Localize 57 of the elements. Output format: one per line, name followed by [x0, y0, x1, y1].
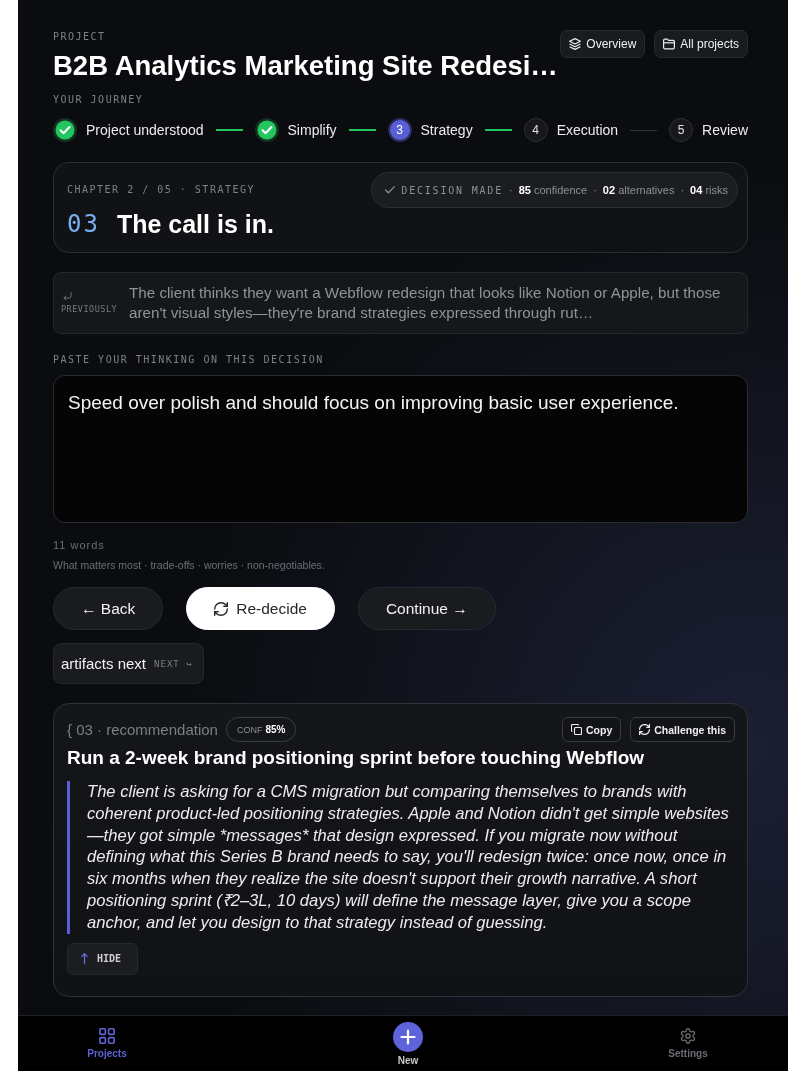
journey-label: YOUR JOURNEY: [53, 93, 145, 107]
copy-button[interactable]: Copy: [562, 717, 622, 742]
overview-button[interactable]: Overview: [560, 30, 646, 58]
step-label: Simplify: [287, 122, 337, 138]
next-step-chip[interactable]: artifacts next NEXT ↪: [53, 643, 204, 684]
step-label: Project understood: [86, 122, 204, 138]
chapter-number: 03: [67, 210, 100, 238]
re-decide-button[interactable]: Re-decide: [186, 587, 335, 630]
separator-dot: ·: [593, 184, 597, 196]
chapter-eyebrow: CHAPTER 2 / 05 · STRATEGY: [67, 183, 255, 197]
settings-icon: [680, 1028, 696, 1044]
new-button[interactable]: New: [378, 1016, 438, 1067]
decision-stat: 85 confidence: [518, 184, 588, 196]
project-title: B2B Analytics Marketing Site Redesi…: [53, 49, 558, 83]
projects-tab[interactable]: Projects: [77, 1016, 137, 1060]
back-button[interactable]: ← Back: [53, 587, 164, 630]
previously-label: PREVIOUSLY: [61, 304, 118, 314]
arrow-up-icon: [81, 952, 88, 966]
separator-dot: ·: [680, 184, 685, 196]
check-icon: [385, 185, 396, 195]
previous-summary-text: The client thinks they want a Webflow redesign that looks like Notion or Apple, but those aren't visual styles—they're brand strategies expressed through rut…: [129, 283, 722, 323]
step-connector: [348, 129, 376, 131]
step-number: 3: [387, 118, 412, 142]
all-projects-button[interactable]: All projects: [654, 30, 748, 58]
continue-button[interactable]: Continue →: [357, 587, 496, 630]
chapter-heading: The call is in.: [116, 209, 274, 239]
settings-tab[interactable]: Settings: [658, 1016, 718, 1060]
folder-icon: [663, 38, 676, 50]
step-connector: [215, 129, 243, 131]
copy-icon: [571, 724, 582, 735]
step-label: Strategy: [420, 122, 473, 138]
thinking-input-field[interactable]: Speed over polish and should focus on improving basic user experience.: [53, 375, 748, 523]
step-label: Review: [702, 122, 748, 138]
challenge-button[interactable]: Challenge this: [630, 717, 735, 742]
plus-icon: [393, 1022, 423, 1052]
decision-stat: 04 risks: [690, 184, 728, 196]
recommendation-title: Run a 2-week brand positioning sprint before touching Webflow: [67, 746, 646, 770]
step-number: 4: [523, 118, 548, 142]
step-connector: [484, 129, 512, 131]
decision-stat: 02 alternatives: [602, 184, 675, 196]
refresh-icon: [214, 601, 229, 616]
word-count: 11 words: [53, 538, 106, 552]
thinking-label: PASTE YOUR THINKING ON THIS DECISION: [53, 353, 325, 367]
separator-dot: ·: [509, 184, 513, 196]
step-label: Execution: [556, 122, 619, 138]
step-connector: [630, 129, 658, 131]
layers-icon: [569, 38, 582, 50]
project-eyebrow: PROJECT: [53, 30, 107, 44]
recommendation-eyebrow: { 03 · recommendation: [67, 721, 218, 738]
thinking-hint: What matters most · trade-offs · worries · non-negotiables.: [53, 558, 326, 572]
recommendation-text: The client is asking for a CMS migration but comparing themselves to brands with coherent product-led positioning strategies. Apple and Notion didn't get simple websites—they got simple *messages* that design expressed. If you migrate now without defining what this Series B brand needs to say, you'll redesign twice: once now, once in six months when they realize the site doesn't support their growth narrative. A short positioning sprint (₹2–3L, 10 days) will define the message layer, give you a scope anchor, and let you design to that strategy instead of guessing.: [67, 781, 735, 934]
refresh-icon: [639, 724, 651, 735]
return-arrow-icon: [63, 292, 72, 301]
step-number: 5: [669, 118, 694, 142]
hide-button[interactable]: HIDE: [67, 942, 138, 975]
grid-icon: [99, 1028, 115, 1044]
decision-status: DECISION MADE: [401, 184, 503, 196]
